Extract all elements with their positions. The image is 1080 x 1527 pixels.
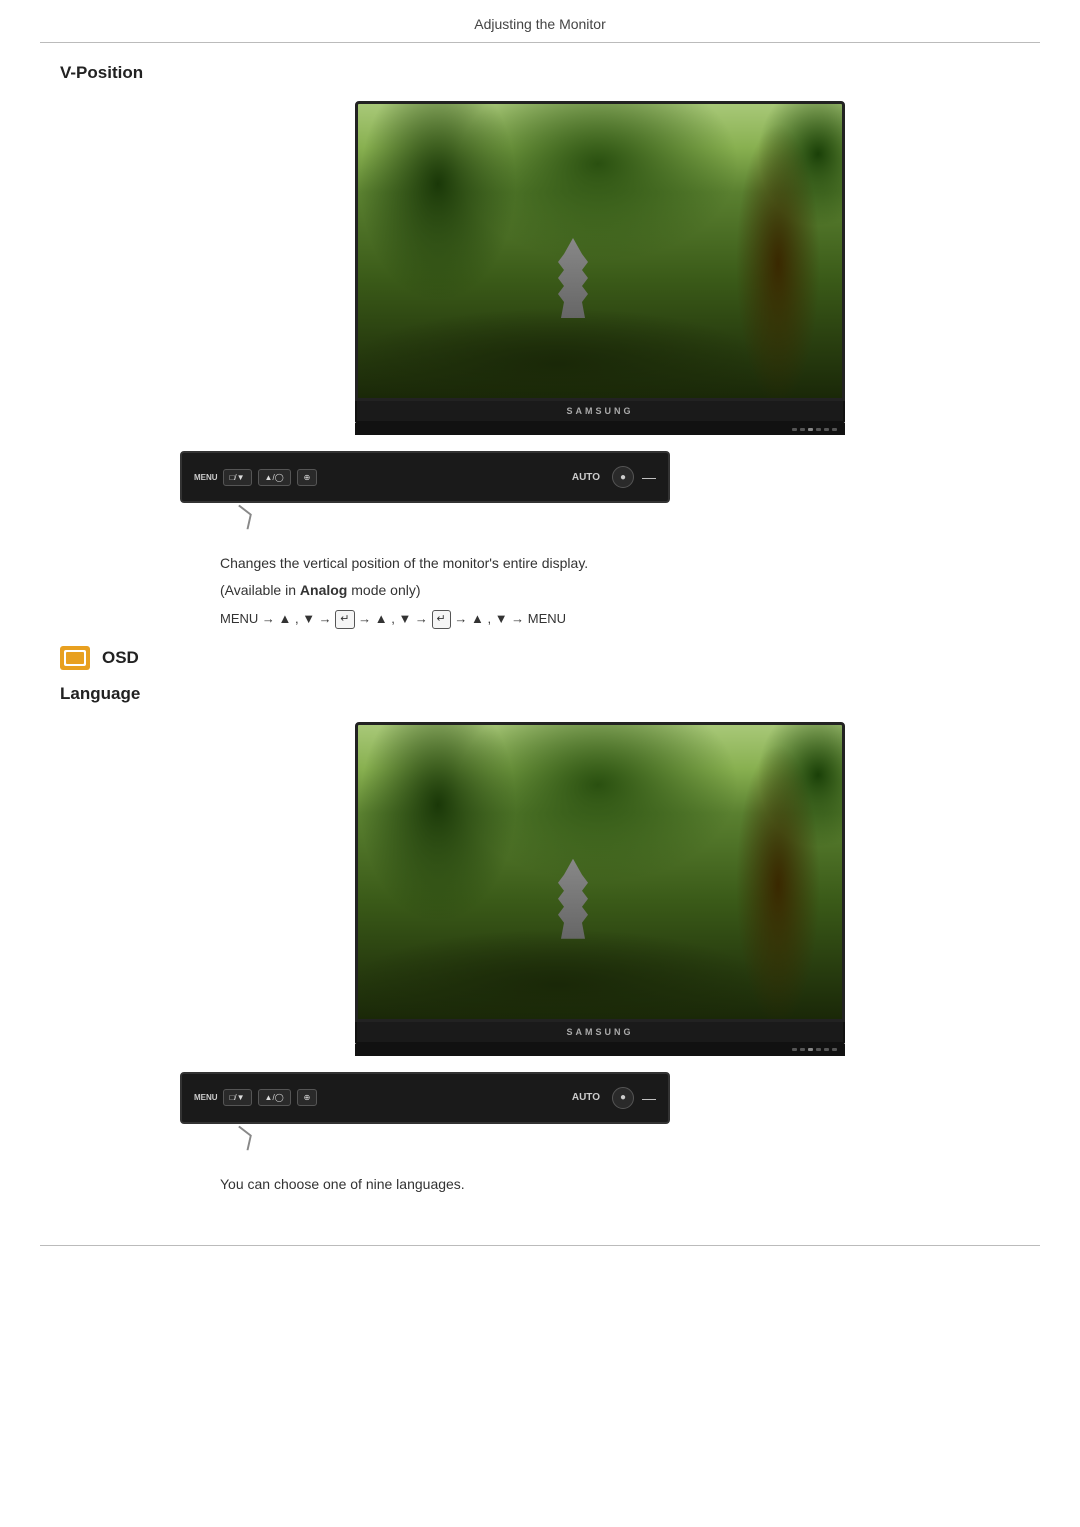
- v-position-menu-seq: MENU → ▲ , ▼ → ↵ → ▲ , ▼ → ↵ → ▲ , ▼ → M…: [220, 609, 920, 630]
- ctrl-btn2-lang-label: ▲/◯: [265, 1093, 284, 1102]
- lang-status-dot-1: [792, 1048, 797, 1051]
- monitor-status-v-position: [355, 423, 845, 435]
- language-control-wrapper: MENU □/▼ ▲/◯ ⊕ AUTO ● — 〉: [180, 1072, 670, 1124]
- v-position-title: V-Position: [60, 63, 1020, 83]
- monitor-base-language: SAMSUNG: [355, 1022, 845, 1044]
- v-position-section: V-Position SAMSUNG MENU □/▼ ▲/◯: [0, 43, 1080, 630]
- osd-title: OSD: [102, 648, 139, 668]
- v-position-monitor-container: SAMSUNG: [180, 101, 1020, 435]
- monitor-screen-language: [355, 722, 845, 1022]
- samsung-logo-language: SAMSUNG: [566, 1027, 633, 1037]
- sq-btn-2: ↵: [432, 610, 451, 630]
- ctrl-auto-v[interactable]: AUTO: [572, 472, 600, 483]
- garden-scene-v-position: [358, 104, 842, 398]
- sq-btn-1: ↵: [335, 610, 354, 630]
- lang-status-dot-2: [800, 1048, 805, 1051]
- bottom-divider: [40, 1245, 1040, 1246]
- language-desc-1: You can choose one of nine languages.: [220, 1174, 920, 1195]
- ctrl-dash-v: —: [642, 469, 656, 485]
- ctrl-btn3-v[interactable]: ⊕: [297, 469, 318, 486]
- v-position-control-area: MENU □/▼ ▲/◯ ⊕ AUTO ● — 〉: [180, 451, 1020, 503]
- status-dot-2: [800, 428, 805, 431]
- menu-label-v: MENU: [194, 473, 218, 482]
- status-dot-6: [832, 428, 837, 431]
- osd-icon: [60, 646, 90, 670]
- status-dot-4: [816, 428, 821, 431]
- v-position-desc-2: (Available in Analog mode only): [220, 580, 920, 601]
- menu-label-lang: MENU: [194, 1093, 218, 1102]
- ctrl-btn3-lang-label: ⊕: [304, 1093, 311, 1102]
- monitor-screen-v-position: [355, 101, 845, 401]
- v-position-desc-bold: Analog: [300, 582, 347, 598]
- language-control-area: MENU □/▼ ▲/◯ ⊕ AUTO ● — 〉: [180, 1072, 1020, 1124]
- lang-status-dot-4: [816, 1048, 821, 1051]
- v-position-desc-2b: mode only): [347, 582, 420, 598]
- ctrl-btn1-lang[interactable]: □/▼: [223, 1089, 252, 1106]
- ctrl-btn2-v-label: ▲/◯: [265, 473, 284, 482]
- lang-status-dot-6: [832, 1048, 837, 1051]
- monitor-base-v-position: SAMSUNG: [355, 401, 845, 423]
- osd-section-header: OSD: [60, 646, 1020, 670]
- garden-scene-language: [358, 725, 842, 1019]
- v-position-desc-1: Changes the vertical position of the mon…: [220, 553, 920, 574]
- ctrl-power-lang[interactable]: ●: [612, 1087, 634, 1109]
- lang-status-dot-3: [808, 1048, 813, 1051]
- ctrl-btn3-lang[interactable]: ⊕: [297, 1089, 318, 1106]
- ctrl-btn1-lang-label: □/▼: [230, 1093, 245, 1102]
- language-monitor-container: SAMSUNG: [180, 722, 1020, 1056]
- samsung-logo-v-position: SAMSUNG: [566, 406, 633, 416]
- status-dot-3: [808, 428, 813, 431]
- v-position-description: Changes the vertical position of the mon…: [220, 553, 920, 630]
- language-description: You can choose one of nine languages.: [220, 1174, 920, 1195]
- status-dot-1: [792, 428, 797, 431]
- ctrl-power-v[interactable]: ●: [612, 466, 634, 488]
- ctrl-btn2-lang[interactable]: ▲/◯: [258, 1089, 291, 1106]
- language-section: Language SAMSUNG MENU □/▼ ▲/◯: [0, 674, 1080, 1225]
- language-title: Language: [60, 684, 1020, 704]
- status-dot-5: [824, 428, 829, 431]
- page-title: Adjusting the Monitor: [0, 0, 1080, 42]
- v-position-desc-2a: (Available in: [220, 582, 300, 598]
- v-position-control-wrapper: MENU □/▼ ▲/◯ ⊕ AUTO ● — 〉: [180, 451, 670, 503]
- ctrl-btn1-v[interactable]: □/▼: [223, 469, 252, 486]
- ctrl-dash-lang: —: [642, 1090, 656, 1106]
- page-header-area: Adjusting the Monitor: [0, 0, 1080, 43]
- lang-status-dot-5: [824, 1048, 829, 1051]
- ctrl-btn1-v-label: □/▼: [230, 473, 245, 482]
- ctrl-auto-lang[interactable]: AUTO: [572, 1092, 600, 1103]
- ctrl-btn3-v-label: ⊕: [304, 473, 311, 482]
- ctrl-btn2-v[interactable]: ▲/◯: [258, 469, 291, 486]
- monitor-status-language: [355, 1044, 845, 1056]
